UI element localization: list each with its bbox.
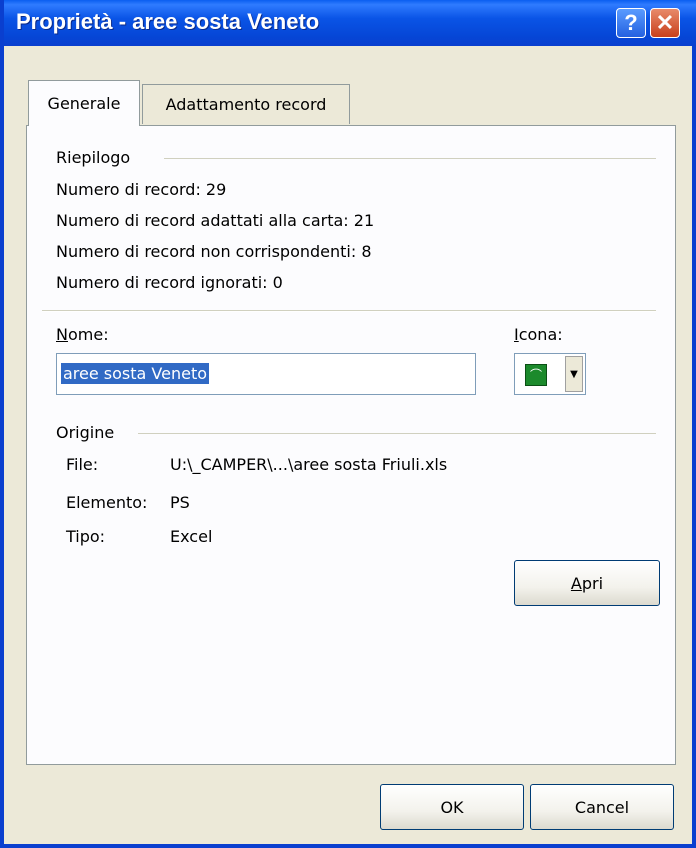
icon-label: Icona: (514, 325, 563, 344)
ok-button-label: OK (440, 797, 464, 817)
name-input[interactable]: aree sosta Veneto (56, 353, 476, 395)
origin-title: Origine (56, 423, 115, 442)
open-button-label: Apri (570, 573, 604, 593)
record-ignored: Numero di record ignorati: 0 (56, 273, 283, 292)
summary-divider (164, 158, 656, 159)
cancel-button-label: Cancel (574, 797, 630, 817)
tab-adattamento-record[interactable]: Adattamento record (142, 84, 350, 124)
ok-button[interactable]: OK (380, 784, 524, 830)
window-title: Proprietà - aree sosta Veneto (16, 9, 320, 34)
open-button[interactable]: Apri (514, 560, 660, 606)
tab-label: Generale (47, 94, 121, 113)
help-button[interactable]: ? (616, 8, 646, 38)
element-label: Elemento: (66, 493, 148, 512)
file-label: File: (66, 455, 99, 474)
name-label: Nome: (56, 325, 109, 344)
help-icon: ? (624, 10, 638, 35)
cancel-button[interactable]: Cancel (530, 784, 674, 830)
camper-green-icon: ⌒ (525, 364, 547, 386)
icon-dropdown[interactable]: ⌒ ▼ (514, 353, 586, 395)
chevron-down-icon[interactable]: ▼ (565, 356, 583, 392)
record-unmatched: Numero di record non corrispondenti: 8 (56, 242, 372, 261)
section-separator (42, 310, 656, 312)
record-count: Numero di record: 29 (56, 180, 227, 199)
tab-generale[interactable]: Generale (28, 80, 140, 126)
close-button[interactable]: ✕ (650, 8, 680, 38)
title-bar[interactable]: Proprietà - aree sosta Veneto ? ✕ (4, 0, 696, 46)
type-value: Excel (170, 527, 213, 546)
file-path: U:\_CAMPER\...\aree sosta Friuli.xls (170, 455, 448, 474)
record-adapted: Numero di record adattati alla carta: 21 (56, 211, 375, 230)
name-value: aree sosta Veneto (61, 363, 210, 384)
element-value: PS (170, 493, 190, 512)
summary-title: Riepilogo (56, 148, 131, 167)
origin-divider (138, 433, 656, 434)
tab-label: Adattamento record (165, 95, 327, 114)
type-label: Tipo: (66, 527, 106, 546)
close-icon: ✕ (655, 10, 675, 35)
properties-dialog: Proprietà - aree sosta Veneto ? ✕ Adatta… (0, 0, 696, 848)
